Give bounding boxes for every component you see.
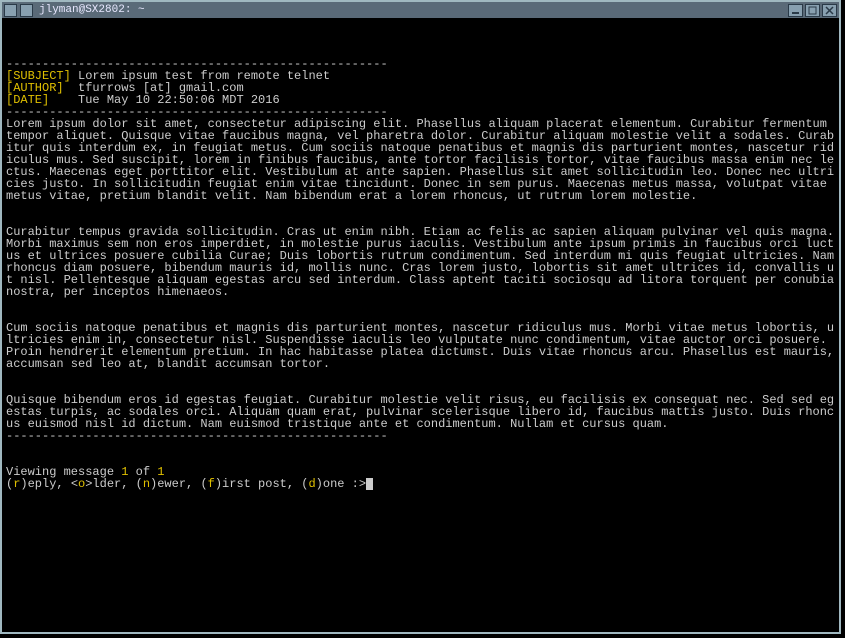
menu-done: )one :> — [316, 477, 366, 491]
footer-rule: ----------------------------------------… — [6, 429, 388, 443]
close-button[interactable] — [822, 4, 837, 17]
body-para-3: Cum sociis natoque penatibus et magnis d… — [6, 321, 837, 371]
menu-key-f[interactable]: f — [208, 477, 215, 491]
titlebar[interactable]: jlyman@SX2802: ~ — [2, 2, 839, 18]
menu-older: >lder, ( — [85, 477, 143, 491]
menu-newer: )ewer, ( — [150, 477, 208, 491]
body-para-4: Quisque bibendum eros id egestas feugiat… — [6, 393, 834, 431]
terminal-icon[interactable] — [20, 4, 33, 17]
body-para-2: Curabitur tempus gravida sollicitudin. C… — [6, 225, 837, 299]
terminal-output[interactable]: ----------------------------------------… — [4, 20, 837, 630]
body-para-1: Lorem ipsum dolor sit amet, consectetur … — [6, 117, 834, 203]
menu-first: )irst post, ( — [215, 477, 309, 491]
cursor-icon — [366, 478, 373, 490]
app-menu-icon[interactable] — [4, 4, 17, 17]
app-window: jlyman@SX2802: ~ -----------------------… — [0, 0, 841, 634]
menu-reply: )eply, < — [20, 477, 78, 491]
minimize-button[interactable] — [788, 4, 803, 17]
window-title: jlyman@SX2802: ~ — [35, 4, 145, 16]
menu-key-n[interactable]: n — [143, 477, 150, 491]
menu-key-d[interactable]: d — [308, 477, 315, 491]
titlebar-left-icons — [4, 4, 35, 17]
maximize-button[interactable] — [805, 4, 820, 17]
